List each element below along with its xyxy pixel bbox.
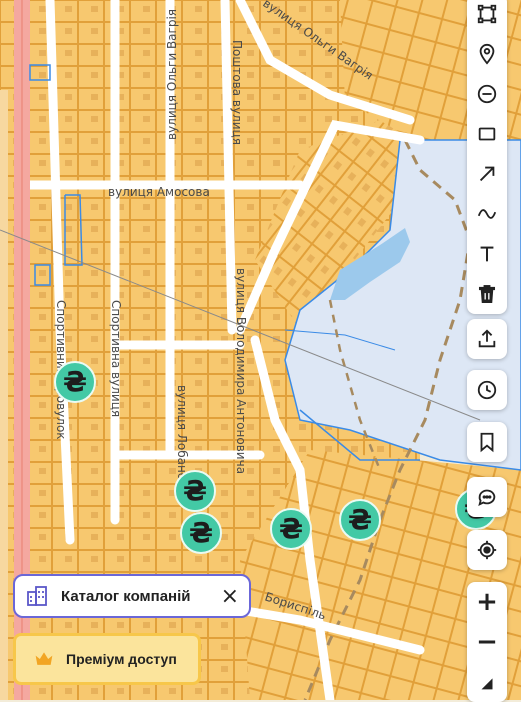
trash-icon[interactable] [467,274,507,314]
street-label: вулиця Амосова [108,185,210,199]
crown-icon [35,652,53,665]
hryvnia-icon: ₴ [62,365,88,398]
premium-access-button[interactable]: Преміум доступ [13,633,201,685]
plus-icon: + [476,587,498,617]
share-button[interactable] [467,319,507,359]
zoom-controls: + − [467,582,507,702]
freehand-icon[interactable] [467,194,507,234]
close-icon[interactable]: × [221,584,239,609]
rectangle-icon[interactable] [467,114,507,154]
circle-icon[interactable] [467,74,507,114]
company-marker[interactable]: ₴ [270,508,312,550]
compass-button[interactable] [467,662,507,702]
text-icon[interactable] [467,234,507,274]
chat-button[interactable] [467,477,507,517]
company-marker[interactable]: ₴ [174,470,216,512]
street-label: вулиця Ольги Вагрія [165,9,179,140]
street-label: Поштова вулиця [230,40,244,145]
locate-button[interactable] [467,530,507,570]
zoom-out-button[interactable]: − [467,622,507,662]
street-label: Спортивна вулиця [109,300,123,417]
bookmark-button[interactable] [467,422,507,462]
company-catalog-panel[interactable]: Каталог компаній × [13,574,251,618]
chat-icon [478,489,496,507]
compass-icon [481,678,493,690]
company-marker[interactable]: ₴ [339,499,381,541]
clock-icon [477,380,497,400]
polygon-icon[interactable] [467,0,507,34]
hryvnia-icon: ₴ [182,474,208,507]
bookmark-icon [480,432,494,453]
street-label: вулиця Володимира Антоновича [234,268,248,474]
company-marker[interactable]: ₴ [54,361,96,403]
hryvnia-icon: ₴ [347,503,373,536]
history-button[interactable] [467,370,507,410]
hryvnia-icon: ₴ [278,512,304,545]
premium-label: Преміум доступ [66,651,177,667]
pin-icon[interactable] [467,34,507,74]
minus-icon: − [476,627,498,657]
hryvnia-icon: ₴ [188,516,214,549]
zoom-in-button[interactable]: + [467,582,507,622]
arrow-icon[interactable] [467,154,507,194]
company-marker[interactable]: ₴ [180,512,222,554]
upload-icon [478,329,496,348]
catalog-label: Каталог компаній [61,587,191,605]
draw-toolbar [467,0,507,314]
building-icon [27,586,47,606]
locate-icon [477,540,497,560]
